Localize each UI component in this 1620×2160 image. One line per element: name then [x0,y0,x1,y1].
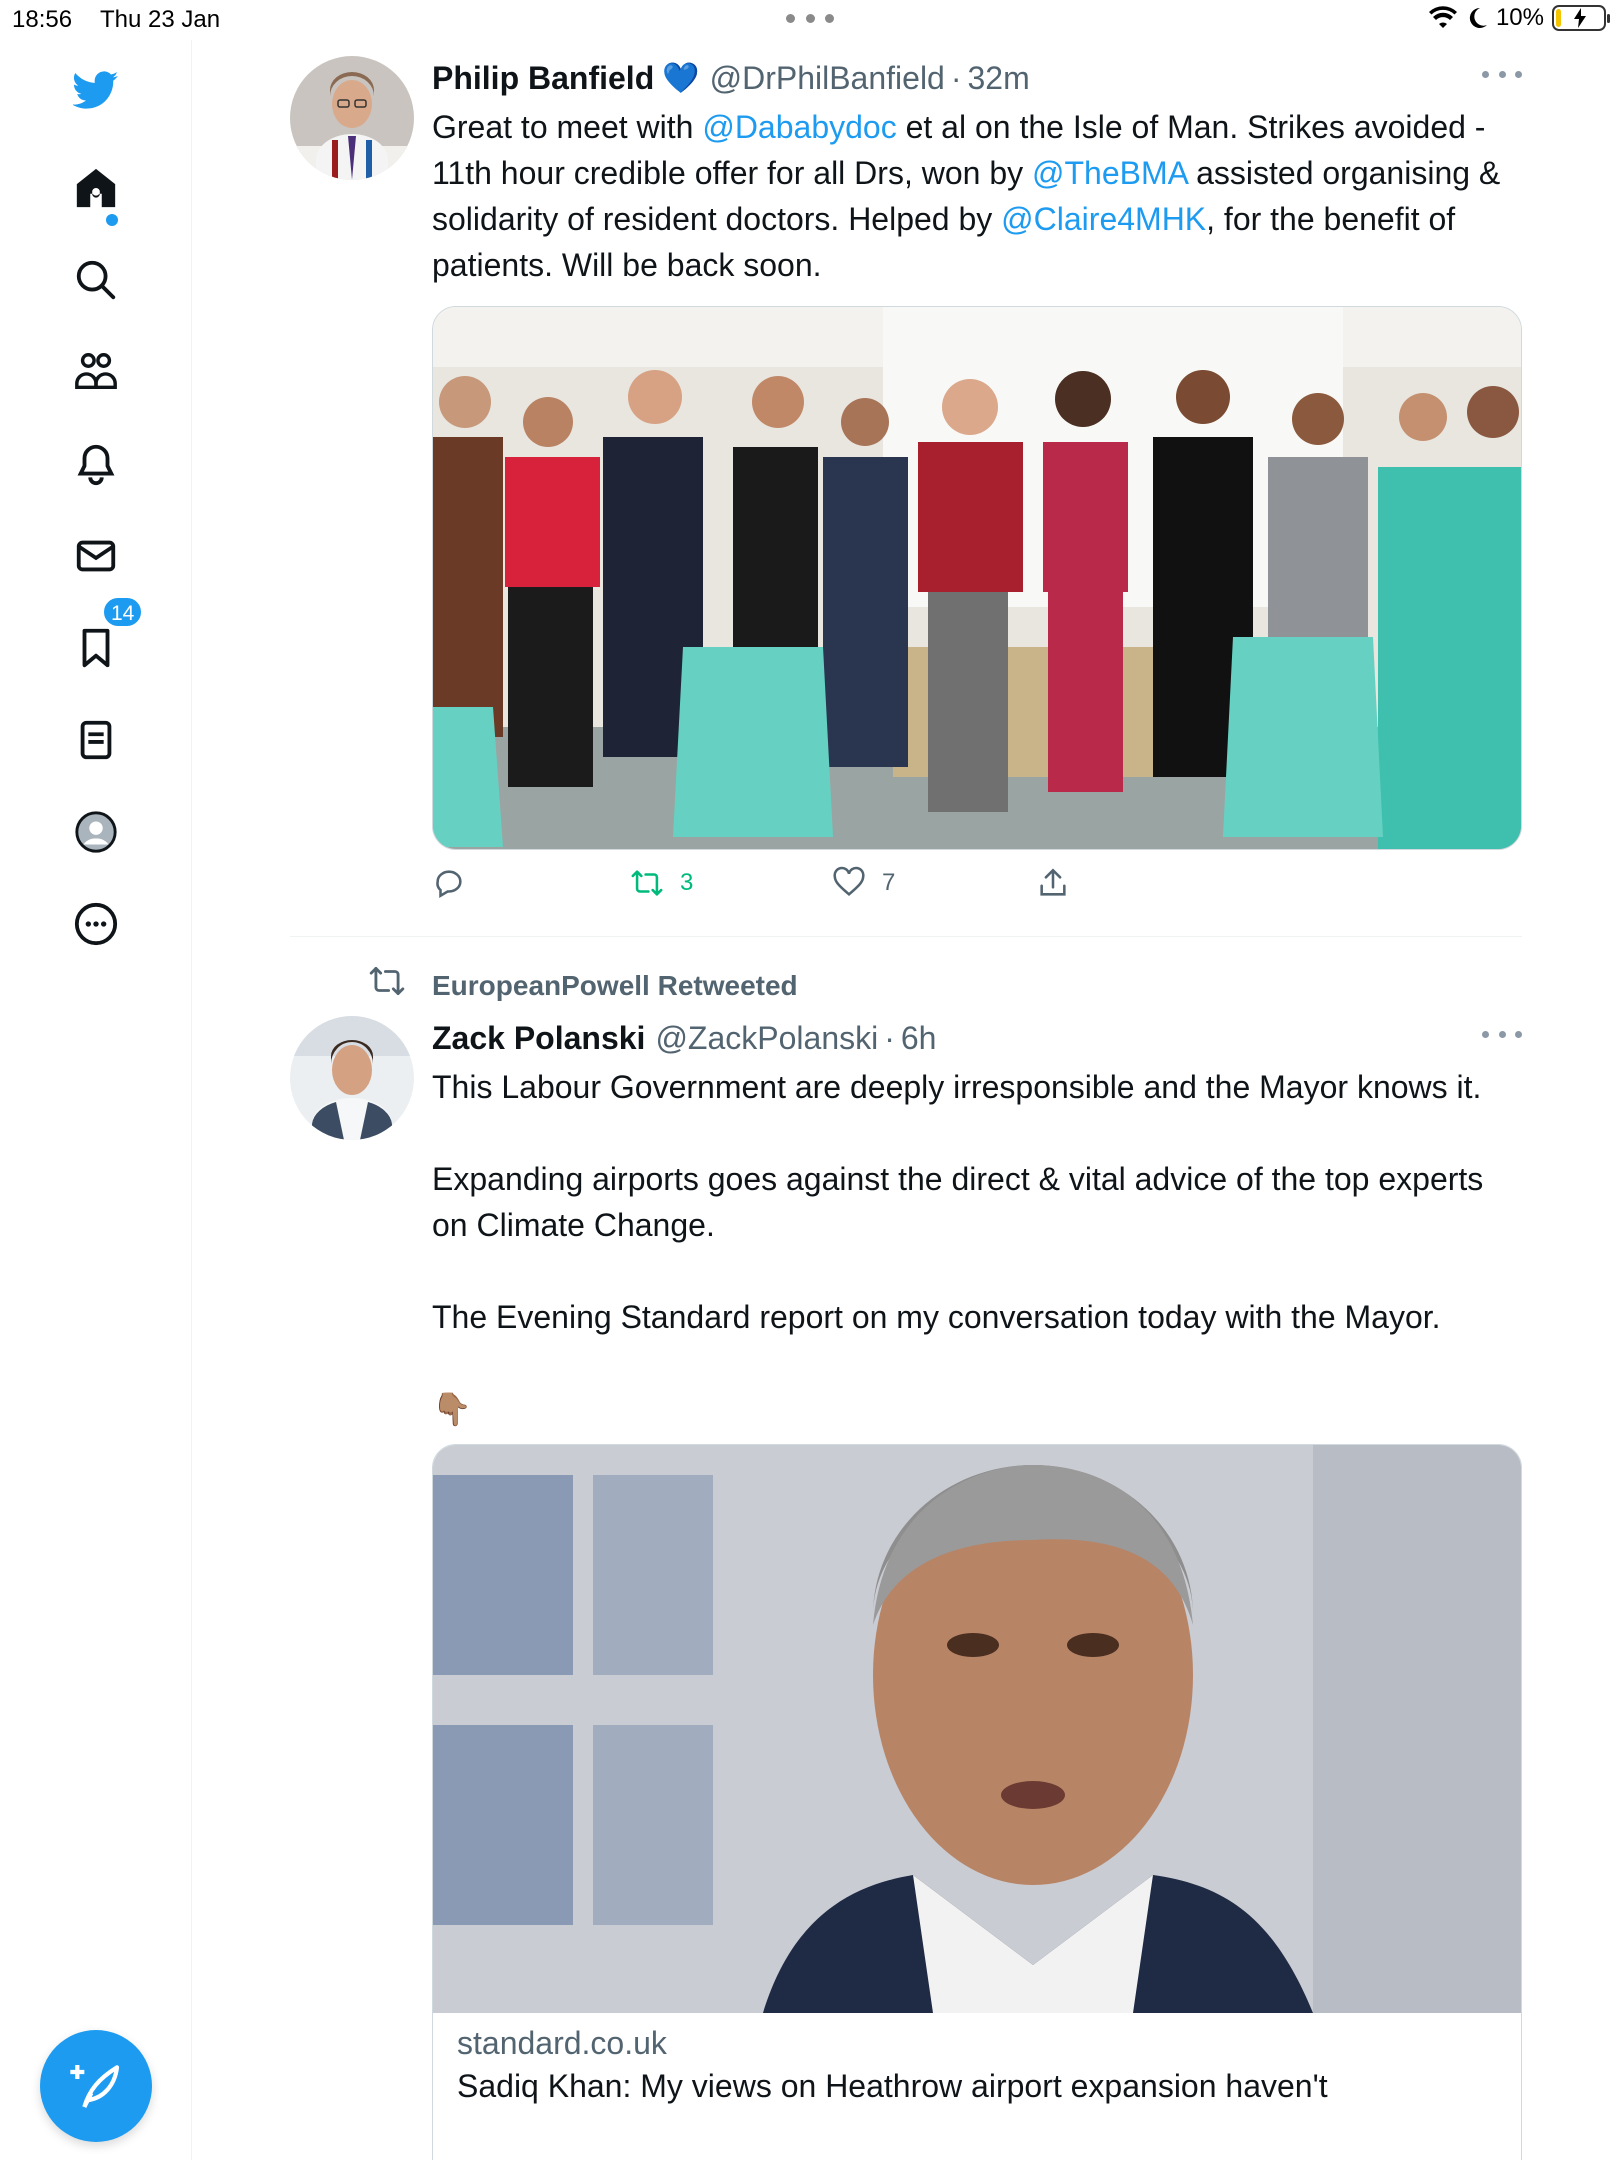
link-card-image [433,1445,1521,2013]
moon-icon [1469,7,1487,28]
mention-link[interactable]: @Dababydoc [702,109,896,145]
tweet[interactable]: Zack Polanski @ZackPolanski · 6h This La… [290,1016,1522,2160]
avatar[interactable] [290,1016,414,1140]
tweet-text: Great to meet with @Dababydoc et al on t… [432,104,1522,288]
author-handle[interactable]: @ZackPolanski [655,1020,878,1057]
retweeted-by: EuropeanPowell Retweeted [290,966,1522,1006]
lists-icon[interactable] [70,714,122,766]
notifications-icon[interactable] [70,438,122,490]
communities-icon[interactable] [70,346,122,398]
reply-button[interactable] [432,866,482,900]
reply-icon [436,870,462,899]
author-name[interactable]: Zack Polanski [432,1020,645,1057]
link-card[interactable]: standard.co.uk Sadiq Khan: My views on H… [432,1444,1522,2160]
heart-emoji: 💙 [662,61,700,95]
author-name[interactable]: Philip Banfield [432,60,654,97]
retweet-icon [631,870,663,896]
timeline-feed[interactable]: Philip Banfield 💙 @DrPhilBanfield · 32m … [192,40,1620,2160]
tweet-header: Zack Polanski @ZackPolanski · 6h [432,1016,1522,1060]
battery-percent: 10% [1495,4,1544,31]
card-title[interactable]: Sadiq Khan: My views on Heathrow airport… [433,2062,1521,2105]
wifi-icon [1428,6,1457,28]
status-date: Thu 23 Jan [100,6,221,33]
status-time: 18:56 [12,6,73,33]
status-bar: 18:56 Thu 23 Jan 10% [0,0,1620,40]
tweet[interactable]: Philip Banfield 💙 @DrPhilBanfield · 32m … [290,56,1522,899]
text-segment: Great to meet with [432,109,703,145]
bookmarks-icon[interactable] [70,622,122,674]
home-icon[interactable] [70,162,122,214]
mention-link[interactable]: @Claire4MHK [1001,201,1206,237]
multitasking-dots-icon[interactable] [786,14,834,24]
share-icon [1040,868,1066,896]
tweet-time[interactable]: 6h [901,1020,937,1057]
battery-level [1556,9,1561,27]
like-count: 7 [882,869,896,896]
retweeted-by-label[interactable]: EuropeanPowell Retweeted [432,970,798,1002]
home-unread-dot [106,214,118,226]
tweet-header: Philip Banfield 💙 @DrPhilBanfield · 32m [432,56,1522,100]
retweet-button[interactable]: 3 [630,866,693,900]
tweet-actions: 3 7 [432,856,1522,916]
search-icon[interactable] [70,254,122,306]
more-icon[interactable] [70,898,122,950]
tweet-more-icon[interactable] [1482,1024,1522,1044]
sidebar-nav: 14 [0,40,192,2160]
separator-dot: · [884,1019,895,1056]
tweet-divider [290,936,1522,937]
avatar[interactable] [290,56,414,180]
tweet-more-icon[interactable] [1482,64,1522,84]
retweet-icon [369,966,405,996]
card-domain: standard.co.uk [457,2025,667,2061]
compose-tweet-button[interactable] [40,2030,152,2142]
tweet-photo[interactable] [432,306,1522,850]
profile-icon[interactable] [70,806,122,858]
separator-dot: · [950,59,962,96]
tweet-time[interactable]: 32m [968,60,1030,97]
retweet-count: 3 [680,869,694,896]
messages-icon[interactable] [70,530,122,582]
like-button[interactable]: 7 [832,866,895,900]
compose-tweet-icon [70,2065,120,2108]
twitter-logo-icon[interactable] [70,64,122,116]
battery-icon [1552,5,1610,31]
heart-icon [833,866,865,897]
tweet-text: This Labour Government are deeply irresp… [432,1069,1484,1427]
mention-link[interactable]: @TheBMA [1032,155,1187,191]
author-handle[interactable]: @DrPhilBanfield [710,60,945,97]
share-button[interactable] [1036,866,1070,900]
